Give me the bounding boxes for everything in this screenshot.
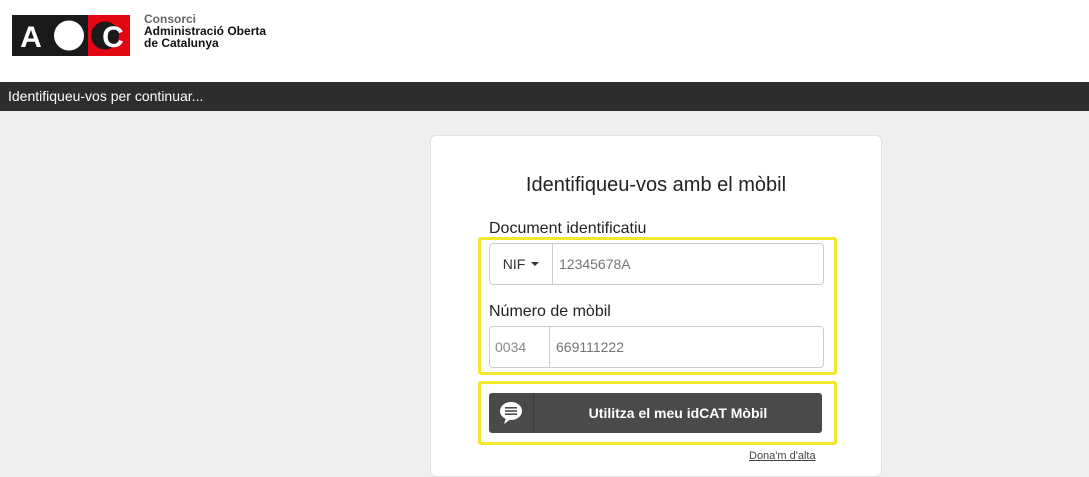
speech-bubble-icon (489, 393, 534, 433)
mobile-input-group: 0034 (489, 326, 824, 368)
register-link[interactable]: Dona'm d'alta (749, 450, 816, 462)
mobile-input[interactable] (550, 327, 823, 367)
identification-banner: Identifiqueu-vos per continuar... (0, 82, 1089, 111)
svg-text:A: A (20, 21, 42, 54)
idcat-mobil-button[interactable]: Utilitza el meu idCAT Mòbil (489, 393, 822, 433)
mobile-label: Número de mòbil (489, 303, 611, 320)
document-input[interactable] (553, 244, 823, 284)
country-code: 0034 (490, 327, 550, 367)
login-card: Identifiqueu-vos amb el mòbil Document i… (430, 135, 882, 477)
document-type-value: NIF (502, 256, 526, 272)
idcat-mobil-button-label: Utilitza el meu idCAT Mòbil (588, 405, 768, 421)
aoc-logo: A C (12, 15, 130, 56)
document-label: Document identificatiu (489, 220, 647, 237)
org-name: Consorci Administració Oberta de Catalun… (144, 13, 266, 49)
header: A C Consorci Administració Oberta de Cat… (0, 0, 1089, 82)
org-name-line3: de Catalunya (144, 36, 219, 50)
document-type-dropdown[interactable]: NIF (490, 244, 553, 284)
form-title: Identifiqueu-vos amb el mòbil (525, 174, 787, 196)
document-input-group: NIF (489, 243, 824, 285)
svg-text:C: C (102, 21, 124, 54)
caret-down-icon (531, 262, 540, 266)
banner-text: Identifiqueu-vos per continuar... (8, 88, 204, 104)
